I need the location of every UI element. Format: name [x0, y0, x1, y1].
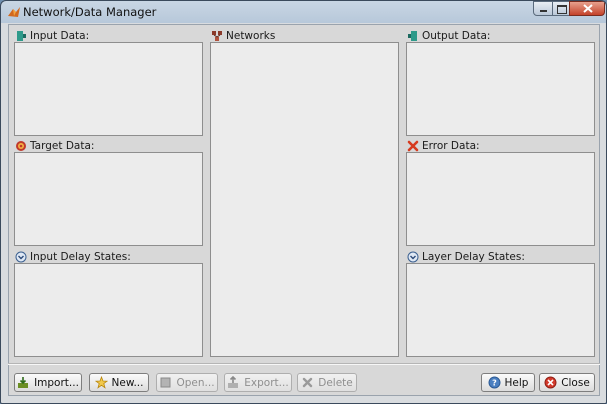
import-label: Import...: [34, 376, 79, 389]
export-button[interactable]: Export...: [224, 373, 292, 392]
new-label: New...: [111, 376, 144, 389]
error-data-list[interactable]: [406, 152, 595, 246]
export-icon: [228, 376, 239, 388]
input-delay-states-label: Input Delay States:: [30, 251, 131, 263]
error-x-icon: [407, 140, 419, 152]
target-data-label: Target Data:: [30, 140, 95, 152]
help-icon: ?: [488, 376, 501, 389]
title-bar[interactable]: Network/Data Manager: [1, 1, 606, 23]
input-data-list[interactable]: [14, 42, 203, 136]
close-label: Close: [561, 376, 590, 389]
help-button[interactable]: ? Help: [481, 373, 535, 392]
open-button[interactable]: Open...: [156, 373, 218, 392]
networks-header: Networks: [211, 30, 275, 42]
error-data-label: Error Data:: [422, 140, 480, 152]
delay-icon: [15, 251, 27, 263]
close-button[interactable]: Close: [539, 373, 595, 392]
maximize-icon: [557, 5, 567, 14]
separator: [8, 363, 600, 365]
networks-list[interactable]: [210, 42, 399, 357]
delay-icon: [407, 251, 419, 263]
output-data-header: Output Data:: [407, 30, 490, 42]
matlab-logo-icon: [8, 7, 20, 17]
layer-delay-states-header: Layer Delay States:: [407, 251, 525, 263]
input-delay-states-list[interactable]: [14, 263, 203, 357]
input-data-label: Input Data:: [30, 30, 90, 42]
delete-label: Delete: [318, 376, 353, 389]
open-label: Open...: [176, 376, 215, 389]
delete-button[interactable]: Delete: [297, 373, 357, 392]
input-data-header: Input Data:: [15, 30, 89, 42]
export-label: Export...: [244, 376, 289, 389]
layer-delay-states-label: Layer Delay States:: [422, 251, 525, 263]
error-data-header: Error Data:: [407, 140, 480, 152]
delete-x-icon: [303, 377, 313, 388]
input-data-icon: [17, 31, 26, 41]
output-data-label: Output Data:: [422, 30, 491, 42]
import-button[interactable]: Import...: [14, 373, 82, 392]
minimize-button[interactable]: [533, 1, 553, 16]
import-icon: [18, 377, 29, 388]
network-data-manager-window: Network/Data Manager Input Data: Target …: [0, 0, 607, 404]
minimize-icon: [540, 10, 547, 12]
window-close-button[interactable]: [569, 1, 605, 16]
layer-delay-states-list[interactable]: [406, 263, 595, 357]
close-circle-icon: [544, 376, 557, 389]
input-delay-states-header: Input Delay States:: [15, 251, 131, 263]
networks-label: Networks: [226, 30, 276, 42]
target-data-header: Target Data:: [15, 140, 94, 152]
target-icon: [16, 141, 26, 151]
help-label: Help: [504, 376, 529, 389]
new-star-icon: [94, 376, 108, 389]
network-icon: [212, 31, 222, 41]
close-icon: [583, 4, 593, 13]
output-data-icon: [408, 31, 417, 41]
open-icon: [160, 377, 171, 388]
maximize-button[interactable]: [552, 1, 570, 16]
window-title: Network/Data Manager: [23, 5, 157, 19]
target-data-list[interactable]: [14, 152, 203, 246]
svg-text:?: ?: [492, 379, 497, 388]
output-data-list[interactable]: [406, 42, 595, 136]
new-button[interactable]: New...: [89, 373, 149, 392]
